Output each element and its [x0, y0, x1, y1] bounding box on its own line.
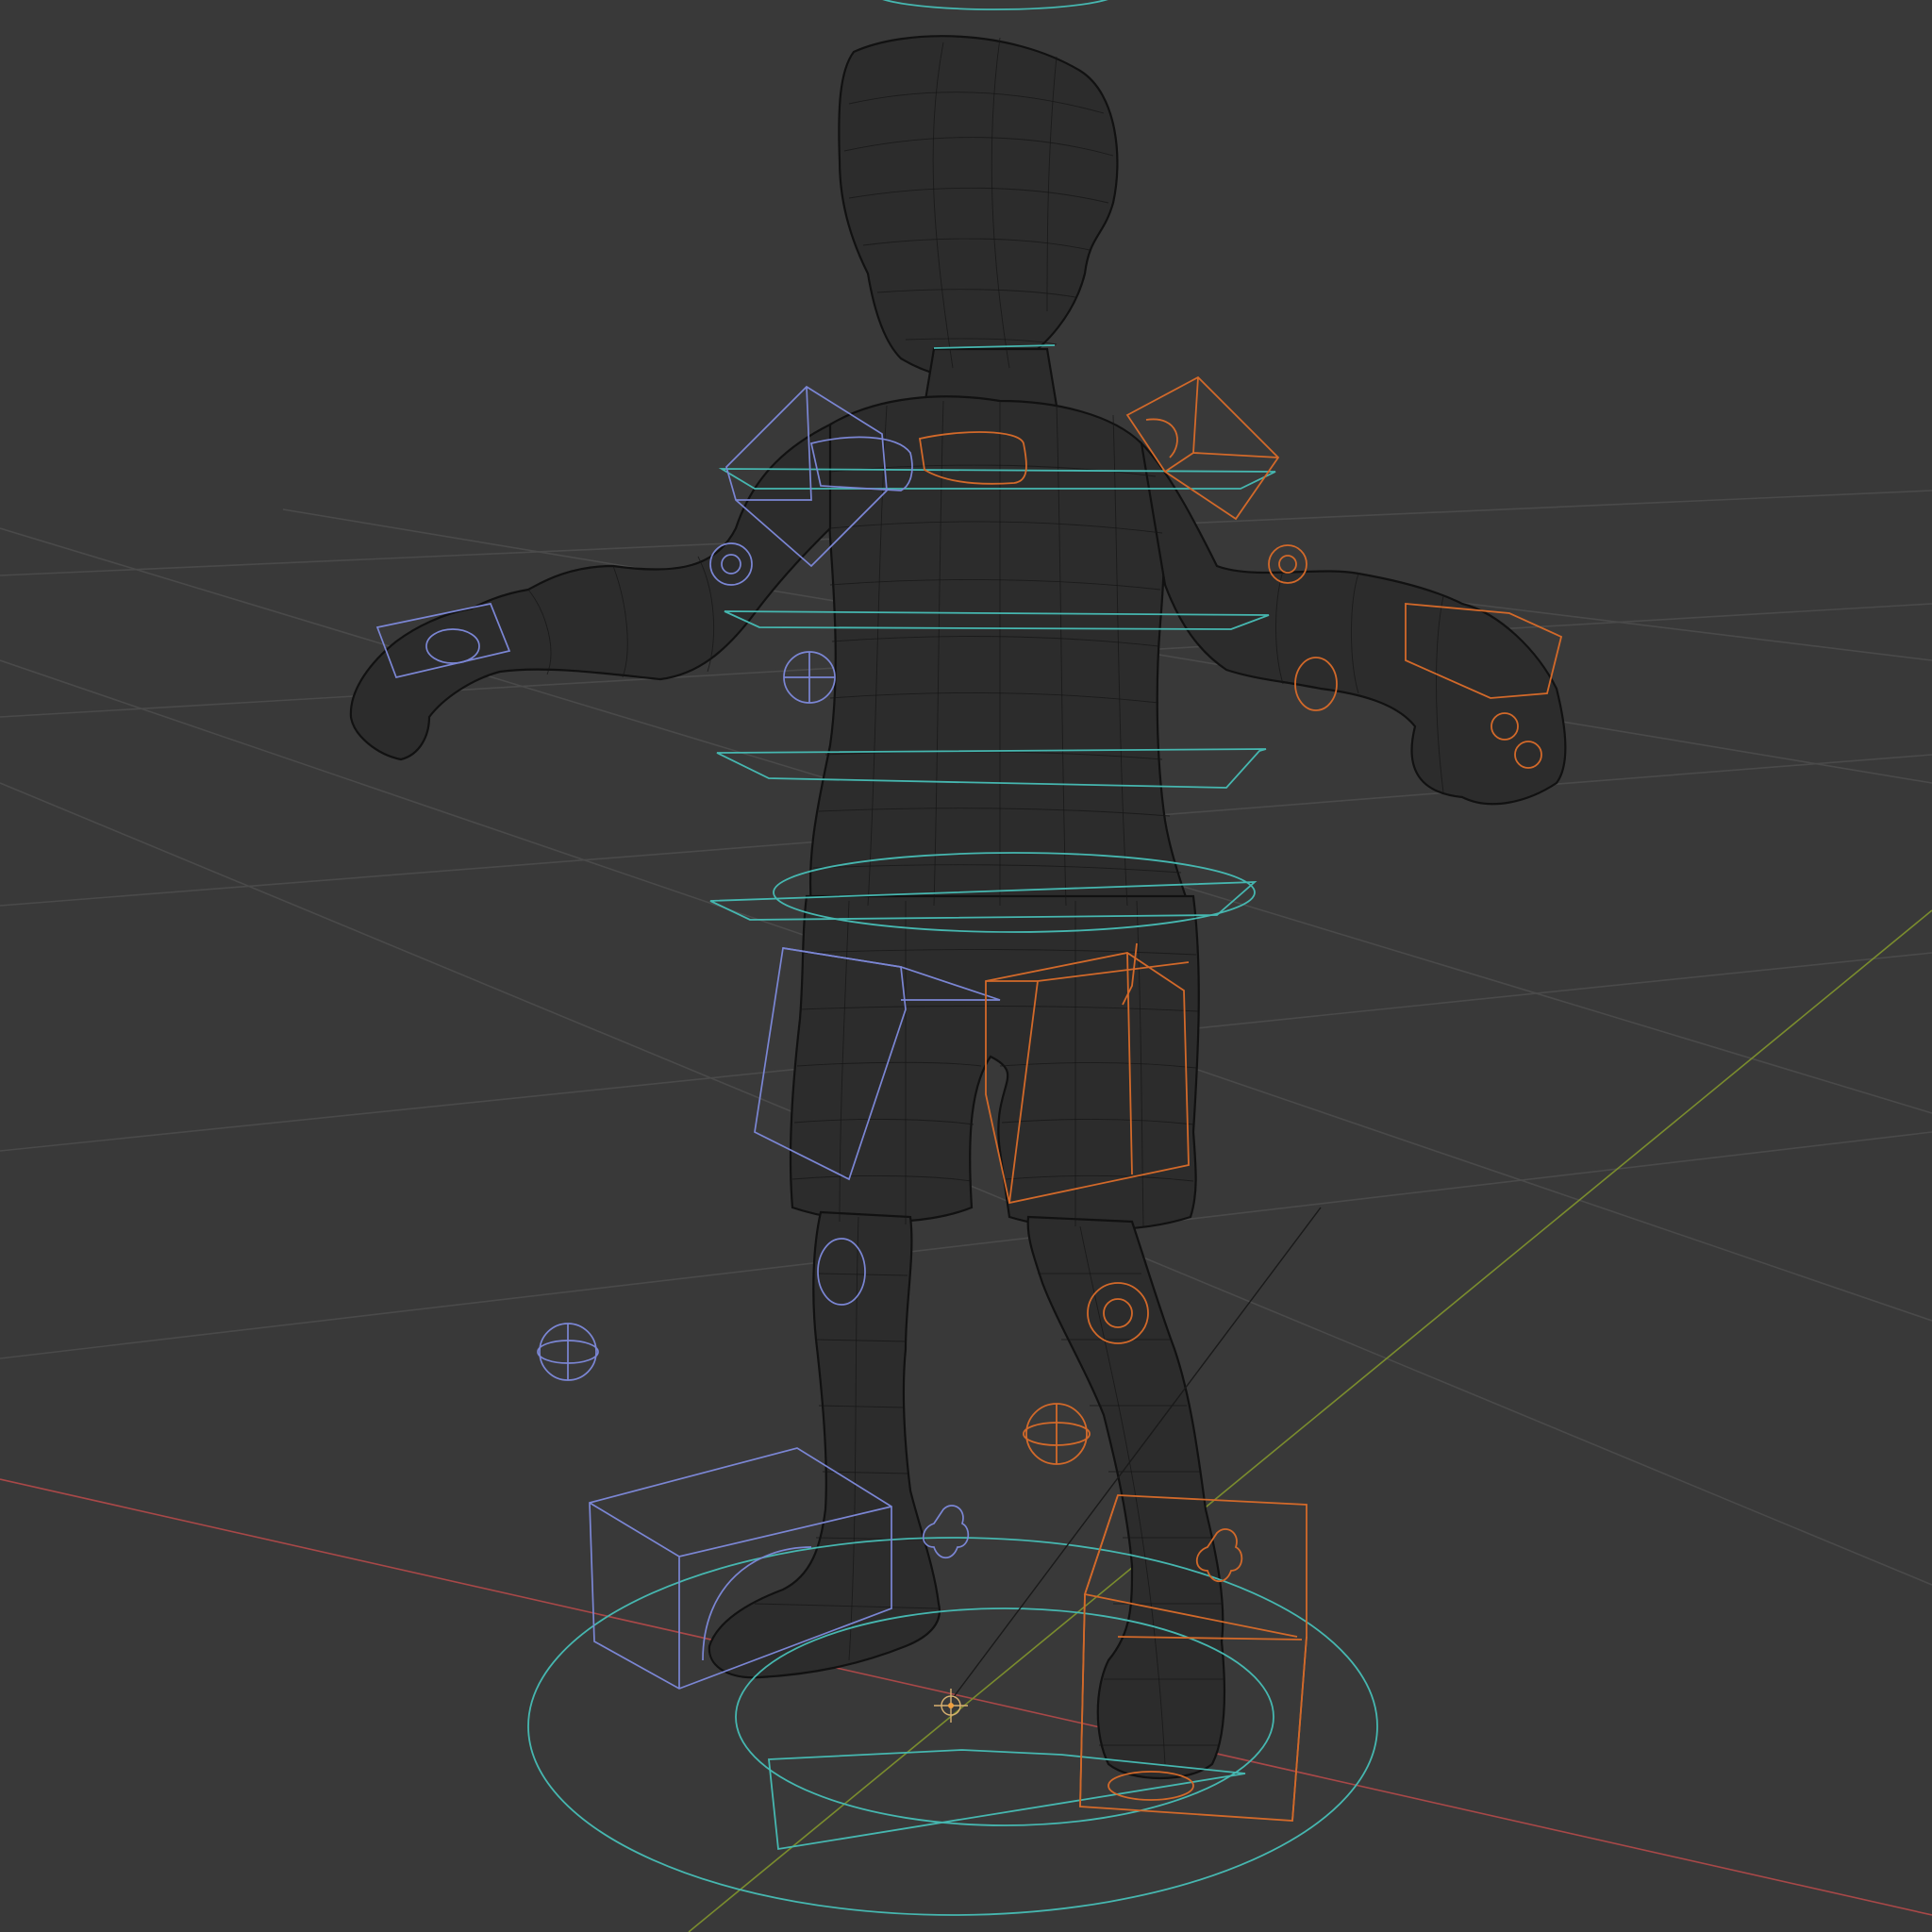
- toe-l-gizmo: [922, 1505, 970, 1559]
- character-mesh[interactable]: [349, 35, 1567, 1780]
- root-outer-ring: [527, 1537, 1378, 1916]
- elbow-r-inner: [1278, 555, 1297, 574]
- root-top-ring: [882, 0, 1108, 10]
- x-axis-line: [0, 1478, 1932, 1916]
- 3d-cursor-icon[interactable]: [934, 1689, 968, 1723]
- 3d-viewport[interactable]: [0, 0, 1932, 1932]
